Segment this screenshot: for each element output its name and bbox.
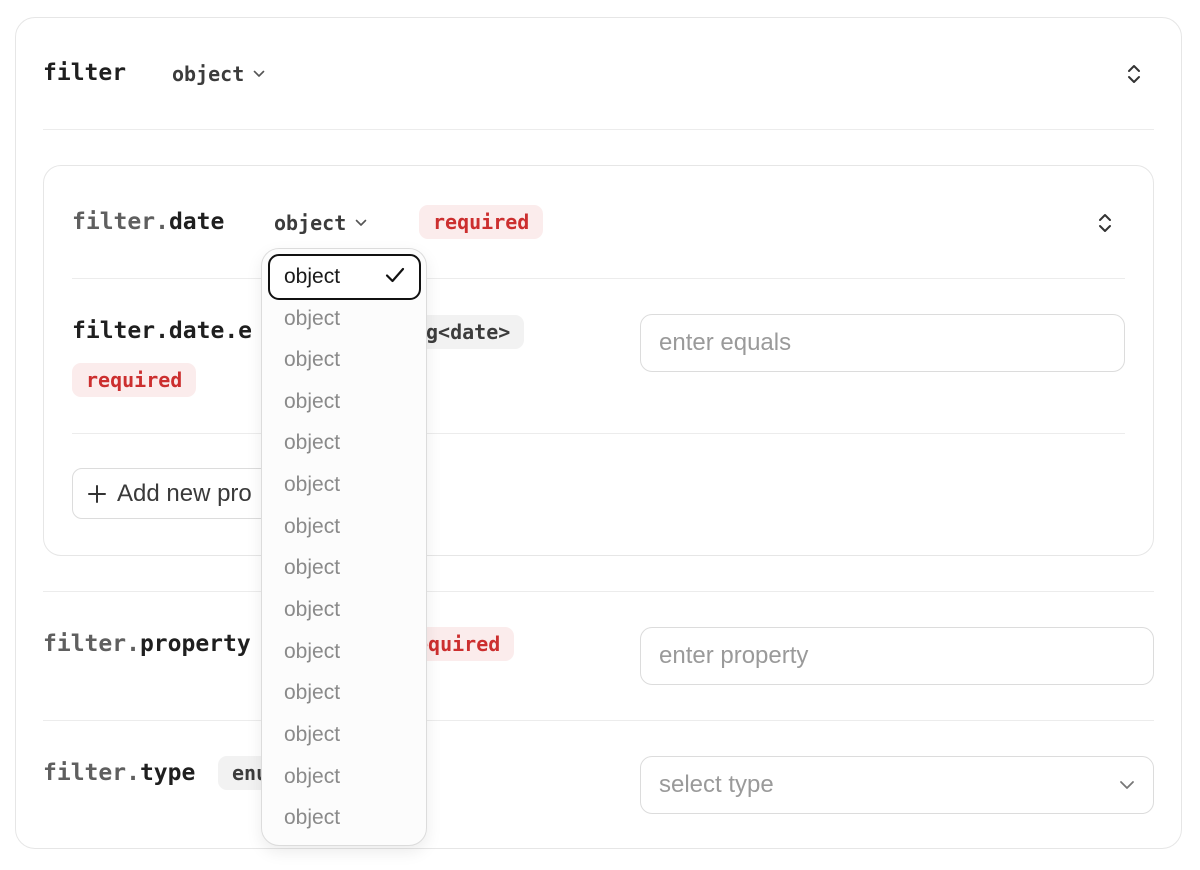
type-dropdown-menu: object object object object object objec…	[261, 248, 427, 846]
divider	[43, 129, 1154, 130]
divider	[72, 433, 1125, 434]
field-path-name: type	[139, 760, 196, 786]
chevron-up-down-icon[interactable]	[1126, 63, 1142, 85]
dropdown-option[interactable]: object	[284, 637, 340, 667]
input-placeholder: enter equals	[659, 329, 792, 356]
field-name-equals: filter.date.e	[72, 318, 253, 344]
type-label: object	[172, 62, 245, 86]
dropdown-option[interactable]: object	[284, 678, 340, 708]
required-badge: required	[419, 205, 544, 239]
dropdown-option[interactable]: object	[284, 387, 340, 417]
field-path-prefix: filter.	[72, 209, 169, 235]
chevron-down-icon	[253, 70, 265, 77]
field-name-type: filter.type	[43, 760, 195, 786]
field-path-name: date	[168, 209, 225, 235]
field-name-property: filter.property	[43, 631, 251, 657]
type-selector-filter[interactable]: object	[172, 62, 265, 86]
dropdown-option[interactable]: object	[284, 470, 340, 500]
dropdown-option[interactable]: object	[284, 762, 340, 792]
input-placeholder: enter property	[659, 642, 809, 669]
dropdown-option[interactable]: object	[284, 595, 340, 625]
dropdown-option[interactable]: object	[284, 345, 340, 375]
chevron-down-icon	[1120, 781, 1134, 789]
field-name-date: filter.date	[72, 209, 224, 235]
dropdown-option[interactable]: object	[284, 720, 340, 750]
equals-input[interactable]: enter equals	[640, 314, 1125, 372]
dropdown-option[interactable]: object	[284, 304, 340, 334]
check-icon	[385, 267, 405, 283]
divider	[43, 591, 1154, 592]
property-input[interactable]: enter property	[640, 627, 1154, 685]
dropdown-option[interactable]: object	[284, 428, 340, 458]
option-label: object	[284, 265, 341, 288]
chevron-down-icon	[355, 219, 367, 226]
type-selector-date[interactable]: object	[274, 211, 367, 235]
dropdown-option[interactable]: object	[284, 803, 340, 833]
dropdown-option-selected[interactable]: object	[268, 254, 421, 300]
add-button-label: Add new pro	[117, 479, 252, 507]
divider	[43, 720, 1154, 721]
field-name-filter: filter	[43, 60, 127, 86]
field-path-prefix: filter.	[43, 760, 140, 786]
dropdown-option[interactable]: object	[284, 553, 340, 583]
dropdown-option[interactable]: object	[284, 512, 340, 542]
field-path-prefix: filter.	[43, 631, 140, 657]
required-badge: required	[72, 363, 197, 397]
select-placeholder: select type	[659, 771, 774, 798]
type-select[interactable]: select type	[640, 756, 1154, 814]
field-path-name: property	[139, 631, 251, 657]
plus-icon	[88, 484, 106, 503]
chevron-up-down-icon[interactable]	[1097, 212, 1113, 234]
divider	[72, 278, 1125, 279]
type-label: object	[274, 211, 347, 235]
